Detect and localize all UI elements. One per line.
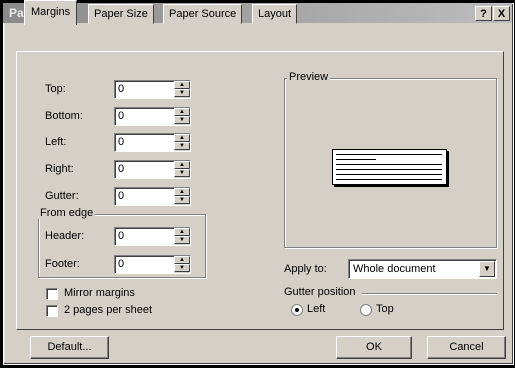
header-spinner[interactable]: 0 ▲ ▼ [114,227,191,246]
tab-paper-size[interactable]: Paper Size [88,4,154,24]
two-pages-checkbox[interactable] [46,305,58,317]
gutter-spinner[interactable]: 0 ▲ ▼ [114,187,191,206]
spin-down-icon[interactable]: ▼ [174,169,190,177]
close-button[interactable]: X [493,6,510,21]
ok-button[interactable]: OK [336,336,412,359]
tab-layout[interactable]: Layout [252,4,298,24]
gutter-position-divider [362,293,497,295]
apply-to-value[interactable]: Whole document [353,263,436,275]
footer-label: Footer: [45,258,80,270]
dropdown-arrow-icon[interactable]: ▼ [479,261,495,277]
top-label: Top: [45,83,66,95]
gutter-position-title: Gutter position [284,286,356,298]
bottom-label: Bottom: [45,110,83,122]
tab-margins[interactable]: Margins [24,0,78,25]
gutter-label: Gutter: [45,190,79,202]
left-spinner[interactable]: 0 ▲ ▼ [114,133,191,152]
spin-up-icon[interactable]: ▲ [174,228,190,236]
top-spinner[interactable]: 0 ▲ ▼ [114,80,191,99]
spin-up-icon[interactable]: ▲ [174,161,190,169]
header-value[interactable]: 0 [118,230,124,242]
left-value[interactable]: 0 [118,136,124,148]
bottom-value[interactable]: 0 [118,110,124,122]
right-spinner[interactable]: 0 ▲ ▼ [114,160,191,179]
spin-down-icon[interactable]: ▼ [174,236,190,244]
gutter-left-label[interactable]: Left [307,303,325,315]
apply-to-select[interactable]: Whole document ▼ [348,259,497,279]
mirror-margins-label[interactable]: Mirror margins [64,287,135,299]
spin-up-icon[interactable]: ▲ [174,134,190,142]
two-pages-label[interactable]: 2 pages per sheet [64,304,152,316]
page-preview-image [332,149,447,185]
spin-up-icon[interactable]: ▲ [174,256,190,264]
preview-title: Preview [287,71,331,83]
apply-to-label: Apply to: [284,263,327,275]
left-label: Left: [45,136,67,148]
spin-down-icon[interactable]: ▼ [174,89,190,97]
spin-up-icon[interactable]: ▲ [174,188,190,196]
mirror-margins-checkbox[interactable] [46,288,58,300]
spin-down-icon[interactable]: ▼ [174,116,190,124]
right-label: Right: [45,163,74,175]
top-value[interactable]: 0 [118,83,124,95]
gutter-top-label[interactable]: Top [376,303,394,315]
right-value[interactable]: 0 [118,163,124,175]
spin-up-icon[interactable]: ▲ [174,81,190,89]
footer-spinner[interactable]: 0 ▲ ▼ [114,255,191,274]
from-edge-title: From edge [38,207,96,219]
default-button[interactable]: Default... [30,336,109,359]
tab-paper-source[interactable]: Paper Source [163,4,243,24]
spin-up-icon[interactable]: ▲ [174,108,190,116]
help-button[interactable]: ? [475,6,492,21]
cancel-button[interactable]: Cancel [427,336,506,359]
header-label: Header: [45,230,85,242]
gutter-left-radio[interactable] [291,304,303,316]
spin-down-icon[interactable]: ▼ [174,142,190,150]
spin-down-icon[interactable]: ▼ [174,196,190,204]
spin-down-icon[interactable]: ▼ [174,264,190,272]
gutter-value[interactable]: 0 [118,190,124,202]
gutter-top-radio[interactable] [360,304,372,316]
bottom-spinner[interactable]: 0 ▲ ▼ [114,107,191,126]
footer-value[interactable]: 0 [118,258,124,270]
